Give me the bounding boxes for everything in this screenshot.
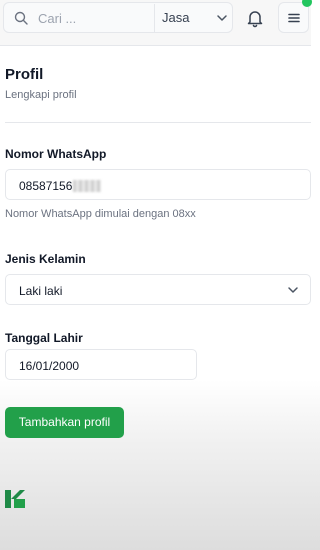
- whatsapp-label: Nomor WhatsApp: [5, 147, 107, 161]
- page-title: Profil: [5, 66, 44, 83]
- gender-value: Laki laki: [19, 284, 63, 298]
- add-profile-button[interactable]: Tambahkan profil: [5, 407, 124, 438]
- gender-label: Jenis Kelamin: [5, 252, 86, 266]
- top-bar: Jasa: [0, 0, 312, 46]
- whatsapp-field[interactable]: 08587156: [5, 169, 311, 200]
- whatsapp-help: Nomor WhatsApp dimulai dengan 08xx: [5, 208, 196, 220]
- search-icon: [14, 11, 28, 25]
- gender-select[interactable]: Laki laki: [5, 274, 311, 305]
- chevron-down-icon: [217, 15, 227, 21]
- birthdate-field[interactable]: 16/01/2000: [5, 349, 197, 380]
- birthdate-label: Tanggal Lahir: [5, 331, 83, 345]
- page-subtitle: Lengkapi profil: [5, 89, 77, 101]
- search-input[interactable]: [38, 7, 148, 29]
- category-select[interactable]: Jasa: [155, 3, 233, 32]
- chevron-down-icon: [288, 287, 298, 293]
- menu-icon: [288, 13, 300, 23]
- birthdate-value: 16/01/2000: [19, 359, 80, 373]
- notification-dot: [302, 0, 312, 7]
- section-divider: [5, 122, 311, 123]
- whatsapp-value: 08587156: [19, 179, 73, 193]
- category-label: Jasa: [162, 10, 190, 25]
- redacted-digits: [73, 180, 102, 192]
- logo-icon: [5, 490, 25, 508]
- bell-icon[interactable]: [243, 6, 267, 30]
- search-box[interactable]: Jasa: [3, 2, 233, 33]
